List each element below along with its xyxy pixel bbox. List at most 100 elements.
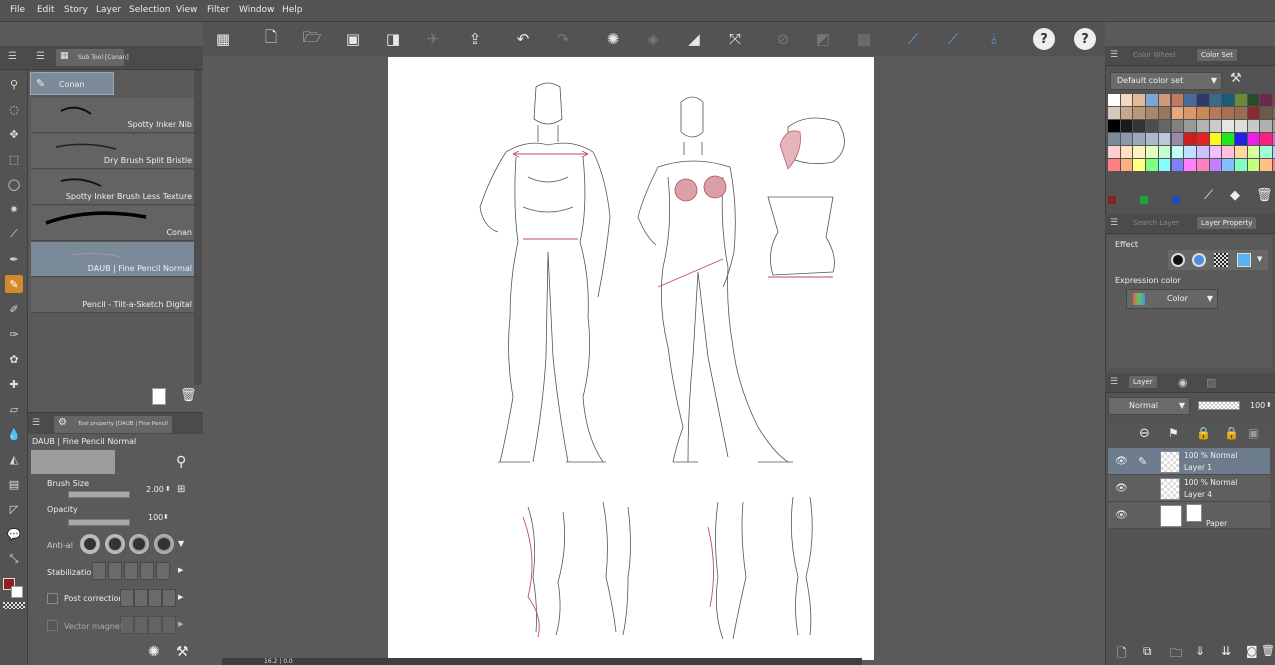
eye-icon[interactable]: 👁 [1115,483,1128,494]
color-swatch[interactable] [1171,146,1184,158]
color-swatch[interactable] [1108,159,1120,171]
navigator-tab-icon[interactable]: ▨ [1206,376,1216,389]
color-swatch[interactable] [1247,133,1260,145]
panel-menu-icon[interactable]: ☰ [8,51,17,62]
color-swatch[interactable] [1120,159,1133,171]
color-swatch[interactable] [1235,120,1247,132]
stabilization-seg[interactable] [140,562,154,580]
menu-help[interactable]: Help [282,5,303,15]
layer-row[interactable]: 👁 ✎ 100 % Normal Layer 1 [1108,448,1270,475]
layer-opacity-slider[interactable] [1198,401,1240,410]
animation-tab-icon[interactable]: ◉ [1178,376,1188,389]
color-swatch[interactable] [1108,94,1120,106]
new-file-icon[interactable]: 🗋 [260,28,282,50]
tab-layer[interactable]: Layer [1129,376,1157,388]
chevron-down-icon[interactable]: ▼ [1257,255,1262,263]
transparent-color-swatch[interactable] [3,602,25,609]
special-ruler-snap-icon[interactable]: ⟋ [942,28,964,50]
color-swatch[interactable] [1209,146,1222,158]
color-swatch[interactable] [1133,94,1146,106]
color-swatch-grid[interactable] [1108,94,1275,184]
magic-wand-icon[interactable]: ✷ [5,200,23,218]
brush-item[interactable]: Spotty Inker Brush Less Texture [31,170,194,205]
save-icon[interactable]: ▣ [342,28,364,50]
antialias-strong-button[interactable] [154,534,174,554]
menu-selection[interactable]: Selection [129,5,170,15]
pattern-icon[interactable]: ▩ [853,28,875,50]
selection-tool-icon[interactable]: ⬚ [5,150,23,168]
antialias-none-button[interactable] [80,534,100,554]
eyedropper-add-icon[interactable]: ⟋ [1204,188,1213,203]
lasso-icon[interactable]: ◯ [5,175,23,193]
lock-icon[interactable]: 🔒 [1196,426,1211,440]
menu-story[interactable]: Story [64,5,88,15]
color-swatch[interactable] [1171,94,1184,106]
color-swatch[interactable] [1247,146,1260,158]
menu-layer[interactable]: Layer [96,5,121,15]
color-swatch[interactable] [1108,133,1120,145]
brush-icon[interactable]: ✐ [5,300,23,318]
color-swatch[interactable] [1146,94,1158,106]
color-swatch[interactable] [1158,133,1171,145]
new-subtool-icon[interactable] [152,388,166,405]
color-swatch[interactable] [1196,133,1209,145]
color-set-settings-icon[interactable]: ⚒ [1230,71,1242,86]
vector-magnet-seg[interactable] [148,616,162,634]
sub-color-swatch[interactable] [11,586,23,598]
color-swatch[interactable] [1120,107,1133,119]
color-swatch[interactable] [1146,120,1158,132]
redo-icon[interactable]: ↷ [552,28,574,50]
color-swatch[interactable] [1222,107,1234,119]
color-swatch[interactable] [1222,146,1234,158]
tab-color-set[interactable]: Color Set [1197,49,1237,61]
blend-icon[interactable]: 💧 [5,425,23,443]
brush-item[interactable]: Conan [31,206,194,241]
color-swatch[interactable] [1158,146,1171,158]
expression-color-dropdown[interactable]: Color ▼ [1126,289,1218,309]
correct-line-icon[interactable]: ⤡ [5,550,23,568]
zoom-icon[interactable]: ⚲ [5,75,23,93]
brush-item-selected[interactable]: DAUB | Fine Pencil Normal [31,242,194,277]
subtool-group-tab[interactable]: ✎ Conan [30,72,114,95]
color-swatch[interactable] [1184,146,1196,158]
subtool-scrollbar[interactable] [194,70,202,385]
color-swatch[interactable] [1171,107,1184,119]
brush-item[interactable]: Pencil - Tilt-a-Sketch Digital [31,278,194,313]
color-swatch[interactable] [1260,120,1273,132]
color-swatch[interactable] [1235,159,1247,171]
color-swatch[interactable] [1196,120,1209,132]
fill-bucket-icon[interactable]: ◭ [5,450,23,468]
layer-color-swatch[interactable] [1237,253,1251,267]
stabilization-seg[interactable] [92,562,106,580]
menu-view[interactable]: View [176,5,197,15]
color-swatch[interactable] [1196,146,1209,158]
color-swatch[interactable] [1158,120,1171,132]
upload-icon[interactable]: ⇪ [464,28,486,50]
color-swatch[interactable] [1196,107,1209,119]
color-swatch[interactable] [1260,146,1273,158]
color-swatch[interactable] [1146,159,1158,171]
color-swatch[interactable] [1146,107,1158,119]
color-swatch[interactable] [1184,159,1196,171]
layer-color-effect-icon[interactable] [1192,253,1206,267]
undo-icon[interactable]: ↶ [512,28,534,50]
new-vector-layer-icon[interactable]: ⧉ [1143,644,1152,659]
brush-size-stepper[interactable]: ⬍ [165,485,171,493]
color-swatch[interactable] [1146,146,1158,158]
brush-item[interactable]: Dry Brush Split Bristle [31,134,194,169]
color-swatch[interactable] [1260,94,1273,106]
pencil-icon[interactable]: ✎ [5,275,23,293]
mask-layer-icon[interactable]: ◙ [1246,644,1258,658]
clipping-icon[interactable]: ⊖ [1139,426,1150,441]
color-swatch[interactable] [1108,196,1116,204]
tab-color-wheel[interactable]: Color Wheel [1129,49,1179,61]
color-swatch[interactable] [1108,107,1120,119]
clear-icon[interactable]: ◩ [812,28,834,50]
color-swatch[interactable] [1120,120,1133,132]
menu-window[interactable]: Window [239,5,275,15]
layer-opacity-stepper[interactable]: ⬍ [1266,401,1272,409]
airbrush-icon[interactable]: ✑ [5,325,23,343]
chevron-down-icon[interactable]: ▼ [178,539,184,548]
color-swatch[interactable] [1133,133,1146,145]
tab-layer-property[interactable]: Layer Property [1197,217,1257,229]
